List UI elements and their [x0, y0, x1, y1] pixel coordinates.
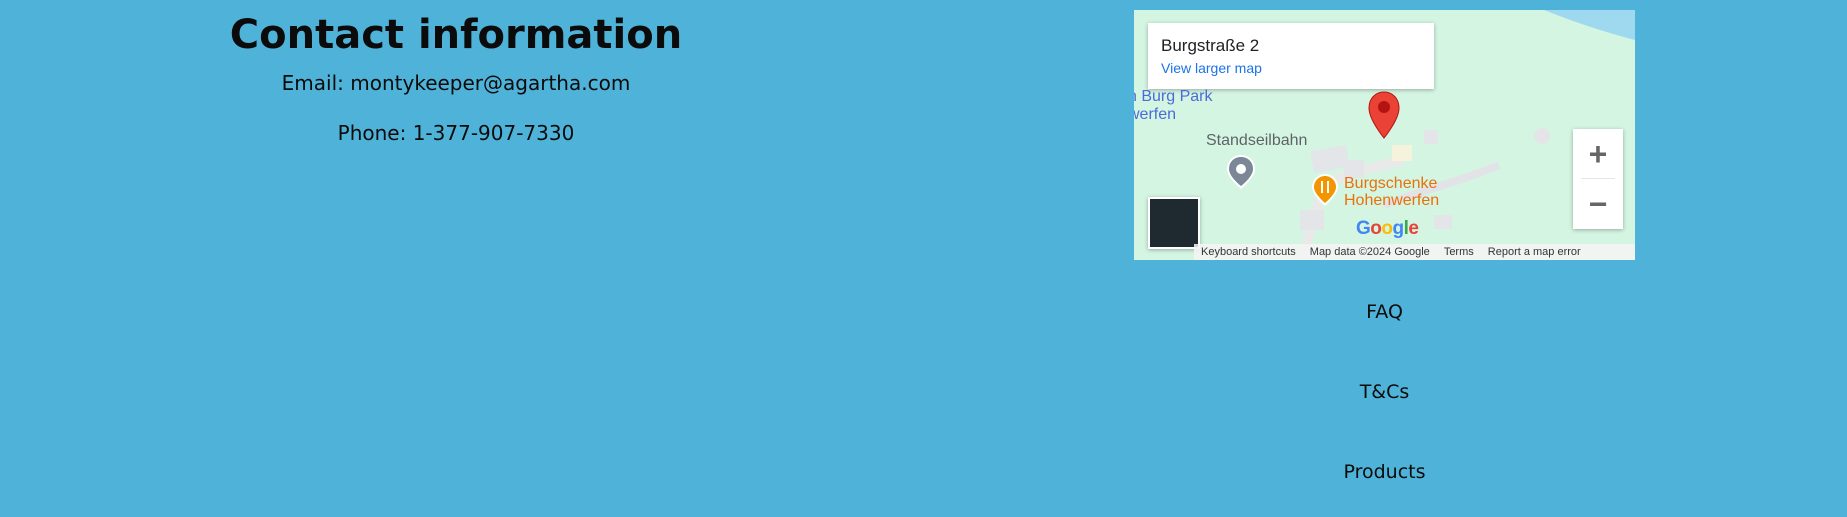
map-attribution: Keyboard shortcuts Map data ©2024 Google…: [1194, 244, 1635, 260]
map-label-hohenwerfen: Hohenwerfen: [1344, 192, 1440, 209]
report-map-error-link[interactable]: Report a map error: [1481, 244, 1588, 260]
map-label-burgschenke: Burgschenke: [1344, 175, 1438, 192]
contact-email: Email: montykeeper@agartha.com: [281, 71, 631, 95]
products-link[interactable]: Products: [1134, 461, 1635, 483]
restaurant-pin-icon[interactable]: [1310, 172, 1340, 210]
zoom-in-button[interactable]: +: [1573, 129, 1623, 179]
zoom-out-button[interactable]: −: [1573, 179, 1623, 229]
transit-pin-icon[interactable]: [1225, 153, 1257, 193]
map-label-standseilbahn: Standseilbahn: [1206, 132, 1308, 149]
google-logo: Google: [1356, 218, 1419, 239]
contact-phone: Phone: 1-377-907-7330: [337, 121, 575, 145]
zoom-controls: + −: [1573, 129, 1623, 229]
faq-link[interactable]: FAQ: [1134, 301, 1635, 323]
map-label-park-2: werfen: [1134, 106, 1177, 123]
contact-title: Contact information: [229, 12, 683, 58]
map-data-text: Map data ©2024 Google: [1309, 246, 1430, 258]
keyboard-shortcuts-link[interactable]: Keyboard shortcuts: [1194, 244, 1303, 260]
location-marker-icon[interactable]: [1367, 90, 1401, 140]
place-address: Burgstraße 2: [1161, 36, 1260, 55]
map-label-park: n Burg Park: [1134, 88, 1213, 105]
terms-link[interactable]: Terms: [1437, 244, 1481, 260]
satellite-toggle-button[interactable]: [1148, 197, 1200, 249]
view-larger-map-link[interactable]: View larger map: [1161, 60, 1262, 76]
embedded-map[interactable]: Burgstraße 2 View larger map n Burg Park…: [1134, 10, 1635, 260]
tcs-link[interactable]: T&Cs: [1134, 381, 1635, 403]
contact-section: Contact information Email: montykeeper@a…: [0, 0, 912, 146]
place-card: Burgstraße 2 View larger map: [1148, 23, 1434, 89]
